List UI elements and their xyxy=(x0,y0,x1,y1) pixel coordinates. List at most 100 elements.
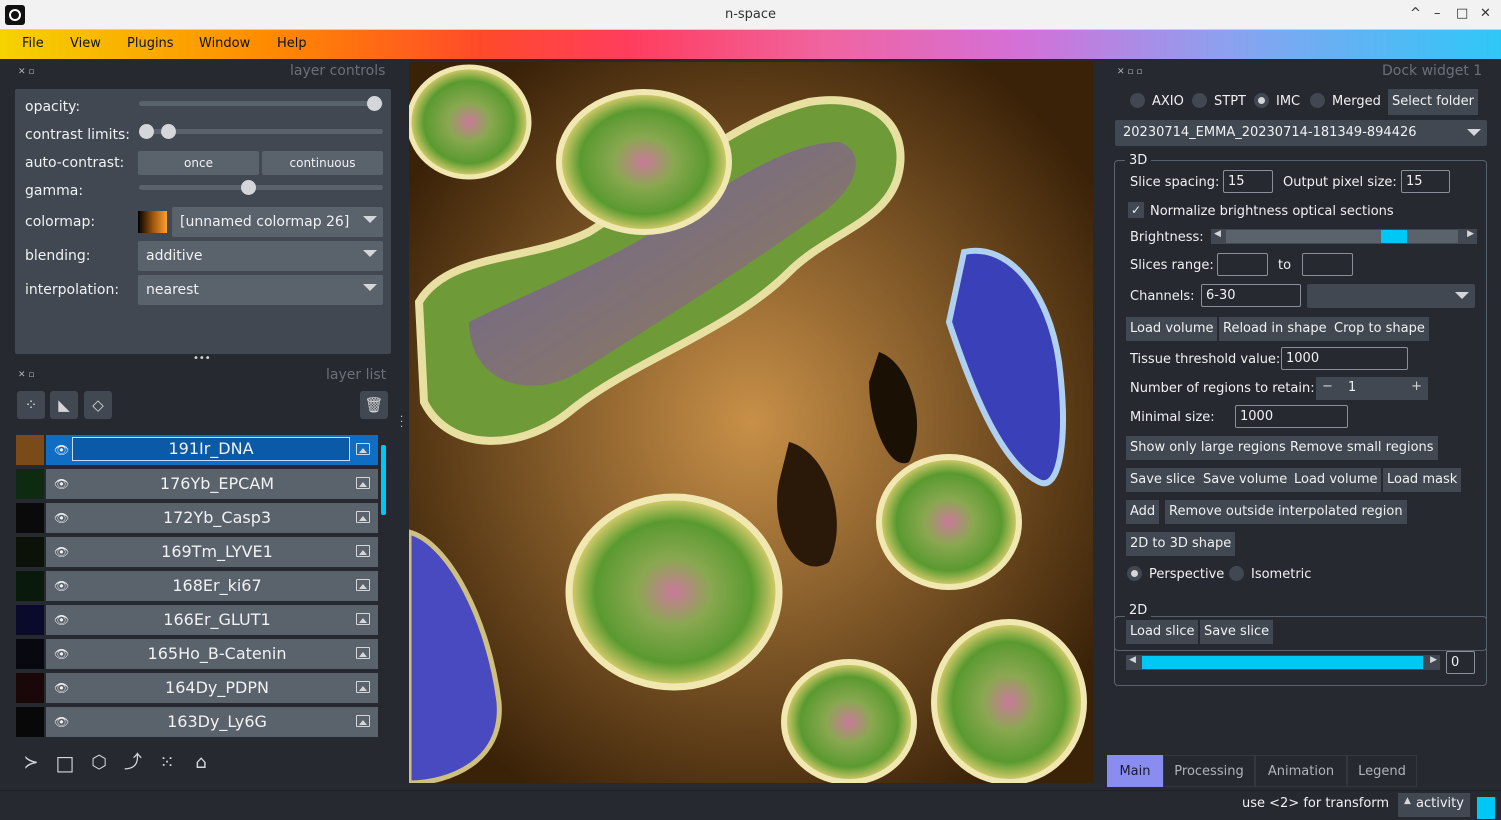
left-splitter-handle[interactable]: · · · xyxy=(400,413,403,433)
splitter-handle[interactable]: ••• xyxy=(193,353,211,364)
grid-icon[interactable]: ⁙ xyxy=(153,749,181,777)
visibility-eye-icon[interactable]: 👁 xyxy=(54,477,69,491)
slice-slider[interactable]: ◀ ▶ xyxy=(1126,655,1440,670)
mode-imc-radio[interactable] xyxy=(1254,93,1269,108)
layer-name[interactable]: 172Yb_Casp3 xyxy=(86,508,348,527)
menu-view[interactable]: View xyxy=(70,36,101,51)
layer-row-body[interactable]: 👁 168Er_ki67 xyxy=(46,571,378,601)
tab-animation[interactable]: Animation xyxy=(1255,755,1347,787)
menu-plugins[interactable]: Plugins xyxy=(127,36,174,51)
contrast-max-handle[interactable] xyxy=(161,124,176,139)
opacity-slider-handle[interactable] xyxy=(367,96,382,111)
activity-button[interactable]: ▲ activity xyxy=(1398,793,1470,817)
load-mask-button[interactable]: Load mask xyxy=(1383,468,1462,492)
layer-row[interactable]: 👁 176Yb_EPCAM xyxy=(16,469,378,499)
save-slice-3d-button[interactable]: Save slice xyxy=(1126,468,1200,492)
save-slice-2d-button[interactable]: Save slice xyxy=(1200,620,1274,644)
layer-row[interactable]: 👁 172Yb_Casp3 xyxy=(16,503,378,533)
output-pixel-input[interactable]: 15 xyxy=(1401,170,1450,193)
to-3d-shape-button[interactable]: 2D to 3D shape xyxy=(1126,532,1236,556)
normalize-checkbox[interactable]: ✓ xyxy=(1128,202,1144,218)
tab-main[interactable]: Main xyxy=(1107,755,1163,787)
layer-row-body[interactable]: 👁 172Yb_Casp3 xyxy=(46,503,378,533)
brightness-handle[interactable] xyxy=(1380,230,1407,243)
show-large-regions-button[interactable]: Show only large regions xyxy=(1126,436,1290,460)
regions-spinbox[interactable]: − 1 + xyxy=(1316,377,1428,400)
visibility-eye-icon[interactable]: 👁 xyxy=(54,681,69,695)
tab-processing[interactable]: Processing xyxy=(1163,755,1255,787)
layer-row-body[interactable]: 👁 169Tm_LYVE1 xyxy=(46,537,378,567)
menu-help[interactable]: Help xyxy=(277,36,307,51)
channels-select[interactable] xyxy=(1307,284,1475,308)
scrollbar-thumb[interactable] xyxy=(381,445,386,515)
image-canvas[interactable] xyxy=(409,62,1093,783)
slices-from-input[interactable] xyxy=(1217,253,1268,276)
close-icon[interactable]: ✕ xyxy=(1480,6,1491,21)
colormap-select[interactable]: [unnamed colormap 26] xyxy=(172,207,383,237)
maximize-icon[interactable]: □ xyxy=(1456,6,1468,21)
dataset-select[interactable]: 20230714_EMMA_20230714-181349-894426 xyxy=(1115,120,1487,146)
reload-in-shape-button[interactable]: Reload in shape xyxy=(1219,317,1331,341)
layer-row-body[interactable]: 👁 176Yb_EPCAM xyxy=(46,469,378,499)
layer-row[interactable]: 👁 191Ir_DNA xyxy=(16,435,378,465)
slice-spacing-input[interactable]: 15 xyxy=(1223,170,1273,193)
gamma-slider-handle[interactable] xyxy=(241,180,256,195)
right-arrow-icon[interactable]: ▶ xyxy=(1467,229,1474,239)
blending-select[interactable]: additive xyxy=(138,241,383,271)
layer-row[interactable]: 👁 166Er_GLUT1 xyxy=(16,605,378,635)
layer-row-body[interactable]: 👁 164Dy_PDPN xyxy=(46,673,378,703)
visibility-eye-icon[interactable]: 👁 xyxy=(54,647,69,661)
visibility-eye-icon[interactable]: 👁 xyxy=(54,443,69,457)
interpolation-select[interactable]: nearest xyxy=(138,275,383,305)
delete-layer-icon[interactable]: 🗑 xyxy=(360,391,388,419)
layer-name[interactable]: 163Dy_Ly6G xyxy=(86,712,348,731)
remove-small-regions-button[interactable]: Remove small regions xyxy=(1286,436,1438,460)
visibility-eye-icon[interactable]: 👁 xyxy=(54,545,69,559)
save-volume-button[interactable]: Save volume xyxy=(1199,468,1292,492)
visibility-eye-icon[interactable]: 👁 xyxy=(54,613,69,627)
auto-contrast-continuous-button[interactable]: continuous xyxy=(262,151,383,175)
mode-stpt-radio[interactable] xyxy=(1192,93,1207,108)
load-volume-2-button[interactable]: Load volume xyxy=(1290,468,1382,492)
contrast-limits-slider[interactable] xyxy=(139,124,383,139)
brightness-slider[interactable]: ◀ ▶ xyxy=(1211,229,1477,244)
home-icon[interactable]: ⌂ xyxy=(187,749,215,777)
layer-list-scrollbar[interactable] xyxy=(380,439,387,733)
layer-row[interactable]: 👁 168Er_ki67 xyxy=(16,571,378,601)
gamma-slider[interactable] xyxy=(139,180,383,195)
opacity-slider[interactable] xyxy=(139,96,383,111)
dock-close-float-icon[interactable]: ✕ ▫ xyxy=(18,370,35,380)
dock-close-float-icon[interactable]: ✕ ▫ xyxy=(18,67,35,77)
minus-icon[interactable]: − xyxy=(1322,379,1333,394)
dock-close-float-icon[interactable]: ✕ ▫ ▫ xyxy=(1117,67,1142,77)
ndisplay-icon[interactable]: □ xyxy=(51,749,79,777)
perspective-radio[interactable] xyxy=(1127,566,1142,581)
slices-to-input[interactable] xyxy=(1302,253,1353,276)
layer-row[interactable]: 👁 165Ho_B-Catenin xyxy=(16,639,378,669)
contrast-min-handle[interactable] xyxy=(139,124,154,139)
left-arrow-icon[interactable]: ◀ xyxy=(1214,229,1221,239)
visibility-eye-icon[interactable]: 👁 xyxy=(54,511,69,525)
tissue-threshold-input[interactable]: 1000 xyxy=(1281,347,1408,370)
layer-row-body[interactable]: 👁 166Er_GLUT1 xyxy=(46,605,378,635)
left-arrow-icon[interactable]: ◀ xyxy=(1129,655,1136,665)
auto-contrast-once-button[interactable]: once xyxy=(138,151,259,175)
layer-row-body[interactable]: 👁 191Ir_DNA xyxy=(46,435,378,465)
layer-row[interactable]: 👁 163Dy_Ly6G xyxy=(16,707,378,737)
minimize-icon[interactable]: – xyxy=(1434,6,1441,21)
layer-row-body[interactable]: 👁 165Ho_B-Catenin xyxy=(46,639,378,669)
layer-row[interactable]: 👁 169Tm_LYVE1 xyxy=(16,537,378,567)
load-volume-button[interactable]: Load volume xyxy=(1126,317,1218,341)
new-labels-layer-icon[interactable]: ◇ xyxy=(84,391,112,419)
mode-axio-radio[interactable] xyxy=(1130,93,1145,108)
remove-outside-button[interactable]: Remove outside interpolated region xyxy=(1165,500,1407,524)
layer-name[interactable]: 164Dy_PDPN xyxy=(86,678,348,697)
plus-icon[interactable]: + xyxy=(1411,379,1422,394)
menu-window[interactable]: Window xyxy=(199,36,250,51)
new-points-layer-icon[interactable]: ⁘ xyxy=(17,391,45,419)
layer-row[interactable]: 👁 164Dy_PDPN xyxy=(16,673,378,703)
shade-icon[interactable]: ^ xyxy=(1410,6,1421,21)
layer-name[interactable]: 165Ho_B-Catenin xyxy=(86,644,348,663)
select-folder-button[interactable]: Select folder xyxy=(1388,89,1478,115)
layer-name[interactable]: 168Er_ki67 xyxy=(86,576,348,595)
